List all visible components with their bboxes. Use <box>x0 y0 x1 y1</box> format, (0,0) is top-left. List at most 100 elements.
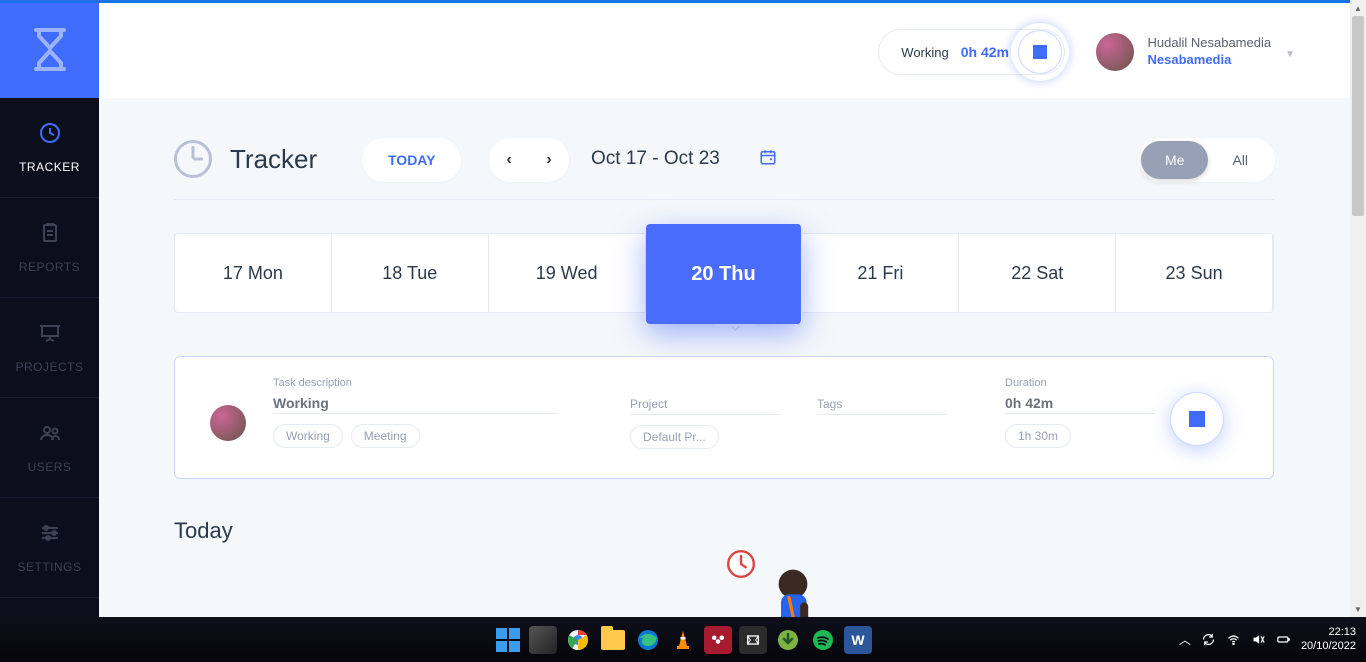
tray-chevron-up-icon[interactable]: ︿ <box>1179 631 1191 648</box>
nav-label: TRACKER <box>19 160 80 174</box>
nav-label: PROJECTS <box>15 360 83 374</box>
avatar <box>1096 33 1134 71</box>
taskbar-idm[interactable] <box>774 626 802 654</box>
day-tab[interactable]: 17 Mon <box>175 234 332 312</box>
chevron-down-icon: ▼ <box>1285 49 1295 60</box>
avatar <box>210 405 246 441</box>
page-content: Tracker TODAY ‹ › Oct 17 - Oct 23 Me All… <box>99 98 1350 617</box>
taskbar-files[interactable] <box>599 626 627 654</box>
calendar-button[interactable] <box>759 148 777 171</box>
day-tab-active[interactable]: 20 Thu <box>646 224 803 324</box>
nav-projects[interactable]: PROJECTS <box>0 298 99 398</box>
app-header: Working 0h 42m Hudalil Nesabamedia Nesab… <box>99 3 1350 98</box>
tray-volume-icon[interactable] <box>1251 632 1266 647</box>
tray-time: 22:13 <box>1301 626 1356 640</box>
day-tab[interactable]: 18 Tue <box>332 234 489 312</box>
project-field: Project Default Pr... <box>630 397 780 449</box>
field-label: Task description <box>273 377 558 389</box>
empty-state-illustration <box>689 548 889 617</box>
taskbar-tray: ︿ 22:13 20/10/2022 <box>1179 626 1356 654</box>
duration-field: Duration 0h 42m 1h 30m <box>1005 377 1155 448</box>
tags-input[interactable] <box>817 413 947 415</box>
user-menu[interactable]: Hudalil Nesabamedia Nesabamedia ▼ <box>1096 33 1295 71</box>
clock-icon <box>38 121 62 148</box>
header-stop-button[interactable] <box>1019 31 1061 73</box>
taskbar-video-editor[interactable] <box>739 626 767 654</box>
scrollbar-thumb[interactable] <box>1352 16 1364 216</box>
task-input[interactable]: Working <box>273 393 558 414</box>
browser-top-accent <box>0 0 1350 3</box>
windows-taskbar: W ︿ 22:13 20/10/2022 <box>0 617 1366 662</box>
tray-clock[interactable]: 22:13 20/10/2022 <box>1301 626 1356 654</box>
page-title-row: Tracker <box>174 140 317 178</box>
taskbar-chrome[interactable] <box>564 626 592 654</box>
tags-field: Tags <box>817 397 947 415</box>
duration-input[interactable]: 0h 42m <box>1005 393 1155 414</box>
tray-date: 20/10/2022 <box>1301 640 1356 654</box>
project-input[interactable] <box>630 413 780 415</box>
scroll-down-button[interactable]: ▼ <box>1350 601 1366 617</box>
prev-week-button[interactable]: ‹ <box>489 138 529 182</box>
date-nav-arrows: ‹ › <box>489 138 569 182</box>
taskbar-word[interactable]: W <box>844 626 872 654</box>
scrollbar[interactable]: ▲ ▼ <box>1350 0 1366 617</box>
today-button[interactable]: TODAY <box>362 138 461 182</box>
timer-value: 0h 42m <box>961 44 1009 60</box>
card-stop-button[interactable] <box>1171 393 1223 445</box>
tray-sync-icon[interactable] <box>1201 632 1216 647</box>
day-tabs: 17 Mon 18 Tue 19 Wed 20 Thu 21 Fri 22 Sa… <box>174 233 1274 313</box>
page-title: Tracker <box>230 144 317 175</box>
me-all-toggle: Me All <box>1138 138 1275 182</box>
task-chip[interactable]: Meeting <box>351 424 420 448</box>
field-label: Project <box>630 397 780 411</box>
user-company: Nesabamedia <box>1148 52 1272 69</box>
divider <box>174 199 1274 200</box>
taskbar-task-view[interactable] <box>529 626 557 654</box>
user-fullname: Hudalil Nesabamedia <box>1148 35 1272 52</box>
taskbar-mendeley[interactable] <box>704 626 732 654</box>
app-logo[interactable] <box>0 0 99 98</box>
today-heading: Today <box>174 518 233 544</box>
tracking-card: Task description Working Working Meeting… <box>174 356 1274 479</box>
taskbar-edge[interactable] <box>634 626 662 654</box>
timer-status: Working <box>901 45 948 60</box>
clipboard-icon <box>38 221 62 248</box>
nav-settings[interactable]: SETTINGS <box>0 498 99 598</box>
nav-label: REPORTS <box>19 260 80 274</box>
project-chip[interactable]: Default Pr... <box>630 425 719 449</box>
task-chip[interactable]: Working <box>273 424 343 448</box>
tray-battery-icon[interactable] <box>1276 632 1291 647</box>
users-icon <box>38 421 62 448</box>
duration-chip[interactable]: 1h 30m <box>1005 424 1071 448</box>
stop-icon <box>1033 45 1047 59</box>
field-label: Tags <box>817 397 947 411</box>
segment-me[interactable]: Me <box>1141 141 1208 179</box>
day-tab[interactable]: 23 Sun <box>1116 234 1273 312</box>
calendar-icon <box>759 148 777 166</box>
day-tab[interactable]: 19 Wed <box>489 234 646 312</box>
nav-tracker[interactable]: TRACKER <box>0 98 99 198</box>
hourglass-icon <box>30 27 70 72</box>
scroll-up-button[interactable]: ▲ <box>1350 0 1366 16</box>
taskbar-center: W <box>494 626 872 654</box>
task-field: Task description Working Working Meeting <box>273 377 558 448</box>
taskbar-start-button[interactable] <box>494 626 522 654</box>
segment-all[interactable]: All <box>1208 141 1272 179</box>
nav-label: USERS <box>28 460 72 474</box>
sliders-icon <box>38 521 62 548</box>
date-range: Oct 17 - Oct 23 <box>591 148 720 170</box>
day-tab[interactable]: 22 Sat <box>959 234 1116 312</box>
nav-label: SETTINGS <box>17 560 81 574</box>
taskbar-vlc[interactable] <box>669 626 697 654</box>
stop-icon <box>1189 411 1205 427</box>
taskbar-spotify[interactable] <box>809 626 837 654</box>
presentation-icon <box>38 321 62 348</box>
next-week-button[interactable]: › <box>529 138 569 182</box>
day-tab[interactable]: 21 Fri <box>802 234 959 312</box>
nav-users[interactable]: USERS <box>0 398 99 498</box>
clock-icon <box>174 140 212 178</box>
field-label: Duration <box>1005 377 1155 389</box>
sidebar: TRACKER REPORTS PROJECTS USERS SETTINGS <box>0 0 99 617</box>
tray-wifi-icon[interactable] <box>1226 632 1241 647</box>
nav-reports[interactable]: REPORTS <box>0 198 99 298</box>
